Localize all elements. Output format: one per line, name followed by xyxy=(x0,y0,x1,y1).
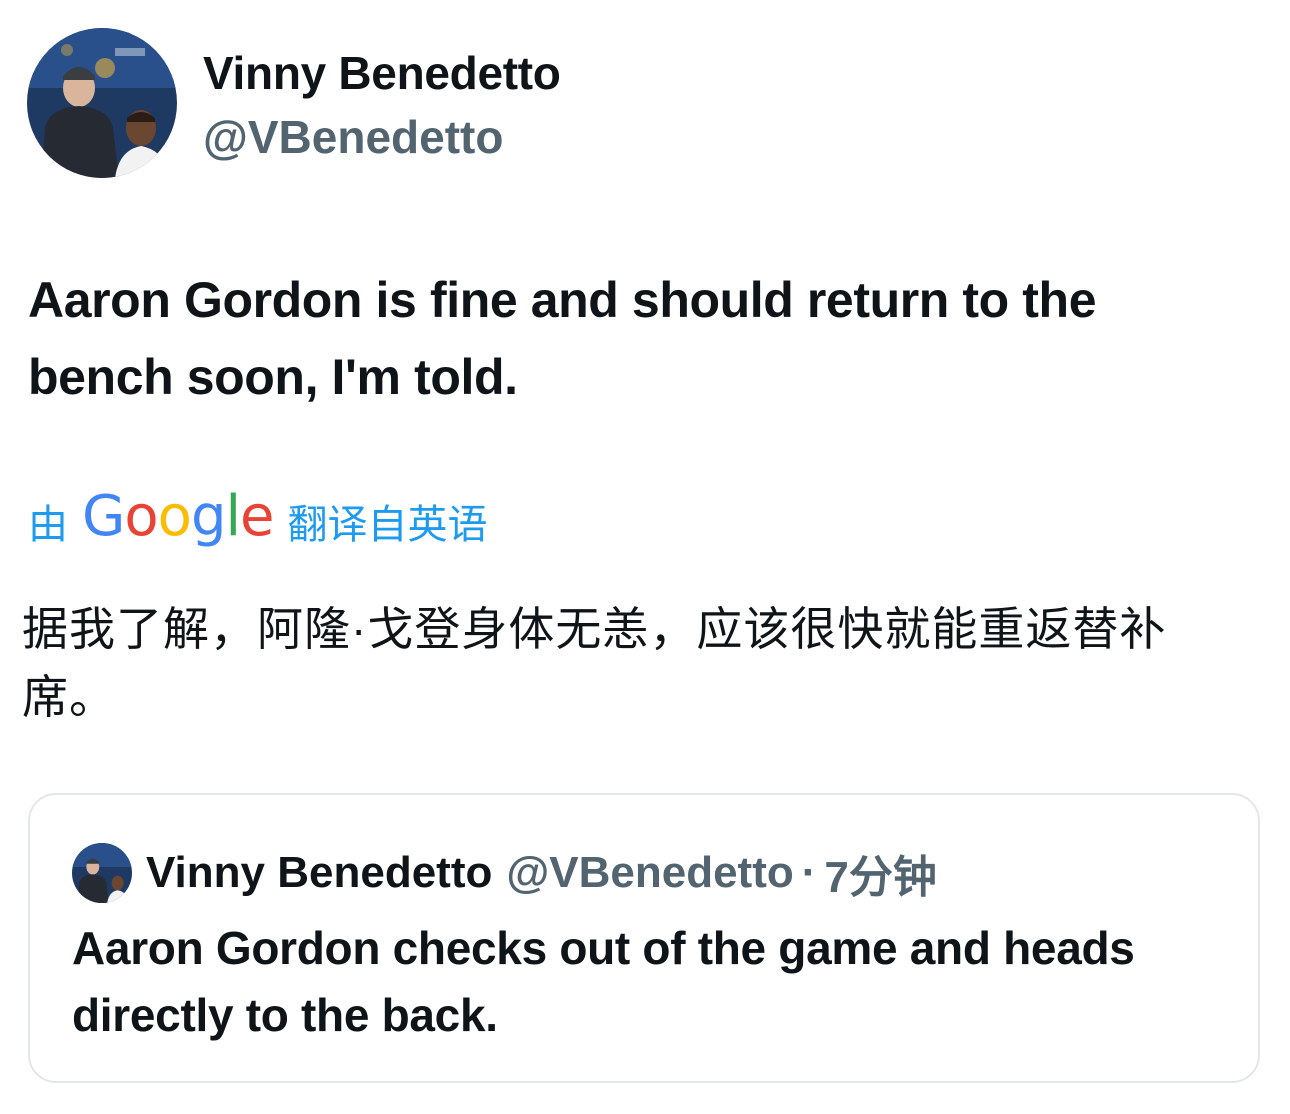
google-logo: Google xyxy=(82,484,275,549)
quoted-tweet-card[interactable]: Vinny Benedetto @VBenedetto · 7分钟 Aaron … xyxy=(28,793,1260,1083)
quoted-author-avatar xyxy=(72,843,132,903)
tweet-text: Aaron Gordon is fine and should return t… xyxy=(28,272,1097,405)
translated-text: 据我了解，阿隆·戈登身体无恙，应该很快就能重返替补席。 xyxy=(22,603,1167,723)
separator-dot: · xyxy=(801,848,817,897)
quoted-author-handle: @VBenedetto xyxy=(506,848,794,897)
quoted-tweet-text: Aaron Gordon checks out of the game and … xyxy=(72,922,1135,1041)
quoted-author-name: Vinny Benedetto xyxy=(146,848,493,897)
avatar-photo-icon xyxy=(27,28,177,178)
translation-attribution[interactable]: 由 Google 翻译自英语 xyxy=(28,488,488,554)
translation-suffix: 翻译自英语 xyxy=(287,503,488,547)
author-avatar[interactable] xyxy=(27,28,177,178)
quoted-tweet-header: Vinny Benedetto @VBenedetto · 7分钟 xyxy=(72,841,937,905)
author-display-name[interactable]: Vinny Benedetto xyxy=(203,44,561,102)
avatar-photo-icon xyxy=(72,843,132,903)
author-handle[interactable]: @VBenedetto xyxy=(203,108,503,166)
translation-prefix: 由 xyxy=(28,503,68,547)
quoted-tweet-time: 7分钟 xyxy=(824,853,937,902)
